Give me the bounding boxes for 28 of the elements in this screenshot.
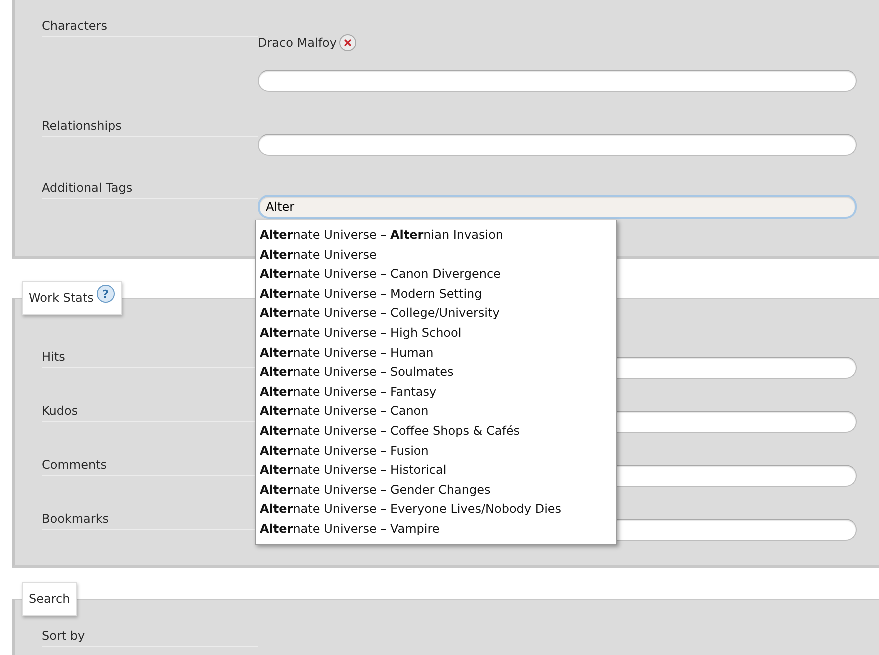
field-label: Additional Tags	[42, 180, 258, 199]
suggestion-item[interactable]: Alternate Universe – Modern Setting	[256, 284, 616, 304]
suggestion-item[interactable]: Alternate Universe – Gender Changes	[256, 480, 616, 500]
section-title: Search	[29, 592, 70, 606]
text-field[interactable]	[258, 134, 857, 156]
suggestion-item[interactable]: Alternate Universe – Human	[256, 344, 616, 364]
suggestion-item[interactable]: Alternate Universe – Canon	[256, 402, 616, 422]
section-title: Work Stats	[29, 291, 94, 305]
close-icon[interactable]	[339, 34, 357, 52]
field-label: Relationships	[42, 118, 258, 137]
suggestion-item[interactable]: Alternate Universe – Vampire	[256, 520, 616, 540]
suggestion-item[interactable]: Alternate Universe – Fantasy	[256, 382, 616, 402]
text-field[interactable]: Alter	[258, 195, 857, 219]
suggestion-item[interactable]: Alternate Universe – Fusion	[256, 442, 616, 462]
suggestion-item[interactable]: Alternate Universe – Soulmates	[256, 363, 616, 383]
suggestion-item[interactable]: Alternate Universe – Alternian Invasion	[256, 226, 616, 246]
suggestion-item[interactable]: Alternate Universe – High School	[256, 324, 616, 344]
field-label: Sort by	[42, 628, 258, 647]
text-field[interactable]	[258, 70, 857, 92]
suggestion-item[interactable]: Alternate Universe – Canon Divergence	[256, 265, 616, 285]
suggestion-item[interactable]: Alternate Universe	[256, 246, 616, 266]
suggestion-item[interactable]: Alternate Universe – Coffee Shops & Cafés	[256, 422, 616, 442]
field-label: Characters	[42, 18, 258, 37]
suggestion-item[interactable]: Alternate Universe – Everyone Lives/Nobody Dies	[256, 500, 616, 520]
help-button[interactable]: ?	[96, 285, 115, 303]
tag-name: Draco Malfoy	[258, 36, 337, 50]
suggestion-item[interactable]: Alternate Universe – Historical	[256, 461, 616, 481]
suggestion-item[interactable]: Alternate Universe – College/University	[256, 304, 616, 324]
